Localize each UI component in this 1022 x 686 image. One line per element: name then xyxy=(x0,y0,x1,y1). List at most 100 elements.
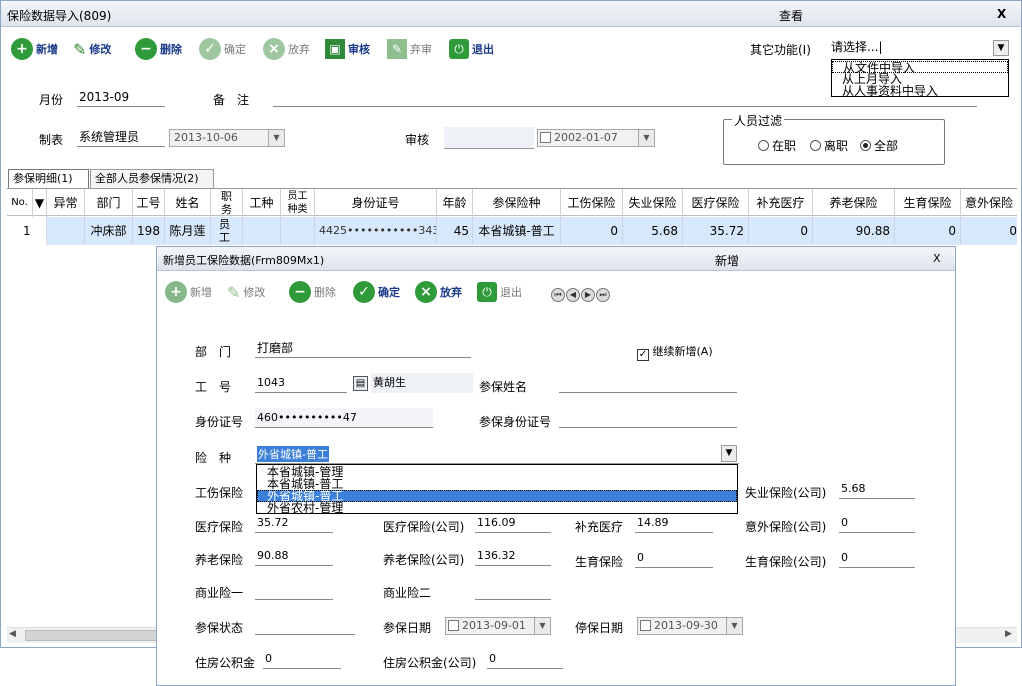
last-record-icon[interactable]: ⏭ xyxy=(596,288,610,302)
first-record-icon[interactable]: ⏮ xyxy=(551,288,565,302)
remark-field[interactable] xyxy=(273,87,977,107)
fund-field[interactable]: 0 xyxy=(263,649,341,669)
tab-all-staff[interactable]: 全部人员参保情况(2) xyxy=(90,169,214,188)
maternity-co-field[interactable]: 0 xyxy=(839,548,915,568)
plus-icon: + xyxy=(11,38,33,60)
maternity-field[interactable]: 0 xyxy=(635,548,713,568)
col-accident[interactable]: 意外保险 xyxy=(961,189,1017,217)
fund-co-field[interactable]: 0 xyxy=(487,649,563,669)
unemp-co-field[interactable]: 5.68 xyxy=(839,479,915,499)
reviewer-field[interactable] xyxy=(444,127,534,149)
exit-button[interactable]: ⏻ 退出 xyxy=(449,37,494,61)
filter-left-label: 离职 xyxy=(824,139,849,153)
col-unemp[interactable]: 失业保险 xyxy=(623,189,683,217)
dlg-discard-label: 放弃 xyxy=(440,286,462,299)
dept-field[interactable]: 打磨部 xyxy=(255,338,471,358)
exit-icon: ⏻ xyxy=(449,39,469,59)
col-name[interactable]: 姓名 xyxy=(165,189,211,217)
medical-co-field[interactable]: 116.09 xyxy=(475,513,551,533)
add-button[interactable]: + 新增 xyxy=(11,37,58,61)
table-row[interactable]: 1 冲床部 198 陈月莲 员工 4425•••••••••••343 45 本… xyxy=(7,217,1017,245)
col-injury[interactable]: 工伤保险 xyxy=(561,189,623,217)
dlg-confirm-button[interactable]: ✓ 确定 xyxy=(353,280,400,304)
dlg-exit-button[interactable]: ⏻ 退出 xyxy=(477,280,522,304)
next-record-icon[interactable]: ▶ xyxy=(581,288,595,302)
col-medical[interactable]: 医疗保险 xyxy=(683,189,749,217)
status-label: 参保状态 xyxy=(195,621,244,635)
checkbox-icon xyxy=(540,132,551,143)
scroll-left-icon[interactable]: ◀ xyxy=(9,629,16,639)
col-pension[interactable]: 养老保险 xyxy=(813,189,895,217)
other-func-label: 其它功能(I) xyxy=(750,43,811,57)
continue-add-checkbox[interactable]: ✓ 继续新增(A) xyxy=(637,343,713,361)
dlg-discard-button[interactable]: × 放弃 xyxy=(415,280,462,304)
cell-worktype xyxy=(243,217,281,245)
col-worktype[interactable]: 工种 xyxy=(243,189,281,217)
cell-ins-type: 本省城镇-普工 xyxy=(473,217,561,245)
discard-button[interactable]: × 放弃 xyxy=(263,37,310,61)
dialog-close-button[interactable]: X xyxy=(933,252,941,265)
supp-med-field[interactable]: 14.89 xyxy=(635,513,713,533)
biz2-field[interactable] xyxy=(475,580,551,600)
confirm-label: 确定 xyxy=(224,43,246,56)
insured-id-label: 参保身份证号 xyxy=(479,415,552,429)
col-position[interactable]: 职务 xyxy=(211,189,243,217)
other-func-select[interactable]: 请选择...| ▼ xyxy=(829,38,1009,58)
idno-field[interactable]: 460••••••••••47 xyxy=(255,408,433,428)
delete-button[interactable]: − 删除 xyxy=(135,37,182,61)
dlg-delete-button[interactable]: − 删除 xyxy=(289,280,336,304)
biz2-label: 商业险二 xyxy=(383,586,432,600)
edit-button[interactable]: ✎ 修改 xyxy=(73,37,111,61)
month-label: 月份 xyxy=(39,93,64,107)
col-ins-type[interactable]: 参保险种 xyxy=(473,189,561,217)
dlg-edit-button[interactable]: ✎ 修改 xyxy=(227,280,265,304)
confirm-button[interactable]: ✓ 确定 xyxy=(199,37,246,61)
filter-active-radio[interactable]: 在职 xyxy=(758,137,796,154)
ins-date-value: 2013-09-01 xyxy=(462,619,526,632)
insured-name-field[interactable] xyxy=(559,373,737,393)
tab-insurance-detail[interactable]: 参保明细(1) xyxy=(8,169,89,188)
review-date[interactable]: 2002-01-07 ▼ xyxy=(537,129,655,147)
pension-co-field[interactable]: 136.32 xyxy=(475,546,551,566)
col-idno[interactable]: 身份证号 xyxy=(315,189,437,217)
pension-co-label: 养老保险(公司) xyxy=(383,553,465,567)
creator-date[interactable]: 2013-10-06 ▼ xyxy=(169,129,285,147)
scroll-right-icon[interactable]: ▶ xyxy=(1005,629,1012,639)
insured-id-field[interactable] xyxy=(559,408,737,428)
col-no[interactable]: No. xyxy=(7,189,33,217)
stop-date-picker[interactable]: 2013-09-30 ▼ xyxy=(637,617,743,635)
checkbox-icon xyxy=(640,620,651,631)
accident-co-field[interactable]: 0 xyxy=(839,513,915,533)
empno-field[interactable]: 1043 xyxy=(255,373,347,393)
col-dept[interactable]: 部门 xyxy=(85,189,133,217)
biz1-field[interactable] xyxy=(255,580,333,600)
ins-date-picker[interactable]: 2013-09-01 ▼ xyxy=(445,617,551,635)
exit-label: 退出 xyxy=(472,43,494,56)
ins-type-select[interactable]: 外省城镇-普工 ▼ xyxy=(255,444,739,464)
col-maternity[interactable]: 生育保险 xyxy=(895,189,961,217)
close-button[interactable]: X xyxy=(997,7,1006,21)
dlg-add-button[interactable]: + 新增 xyxy=(165,280,212,304)
status-field[interactable] xyxy=(255,615,355,635)
col-supp-med[interactable]: 补充医疗 xyxy=(749,189,813,217)
cell-idno: 4425•••••••••••343 xyxy=(315,217,437,245)
dialog-titlebar: 新增员工保险数据(Frm809Mx1) 新增 X xyxy=(157,247,955,271)
pension-field[interactable]: 90.88 xyxy=(255,546,333,566)
unreview-button[interactable]: ✎ 弃审 xyxy=(387,37,432,61)
col-empno[interactable]: 工号 xyxy=(133,189,165,217)
filter-icon[interactable]: ▼ xyxy=(33,189,47,217)
col-abnormal[interactable]: 异常 xyxy=(47,189,85,217)
month-field[interactable]: 2013-09 xyxy=(77,87,165,107)
cell-no: 1 xyxy=(7,217,47,245)
medical-field[interactable]: 35.72 xyxy=(255,513,333,533)
review-date-value: 2002-01-07 xyxy=(554,131,618,144)
filter-left-radio[interactable]: 离职 xyxy=(810,137,848,154)
lookup-icon[interactable]: ▤ xyxy=(353,376,368,391)
filter-all-radio[interactable]: 全部 xyxy=(860,137,898,154)
review-button[interactable]: ▣ 审核 xyxy=(325,37,370,61)
col-age[interactable]: 年龄 xyxy=(437,189,473,217)
col-staff-type[interactable]: 员工种类 xyxy=(281,189,315,217)
creator-field[interactable]: 系统管理员 xyxy=(77,127,165,147)
delete-label: 删除 xyxy=(160,43,182,56)
prev-record-icon[interactable]: ◀ xyxy=(566,288,580,302)
